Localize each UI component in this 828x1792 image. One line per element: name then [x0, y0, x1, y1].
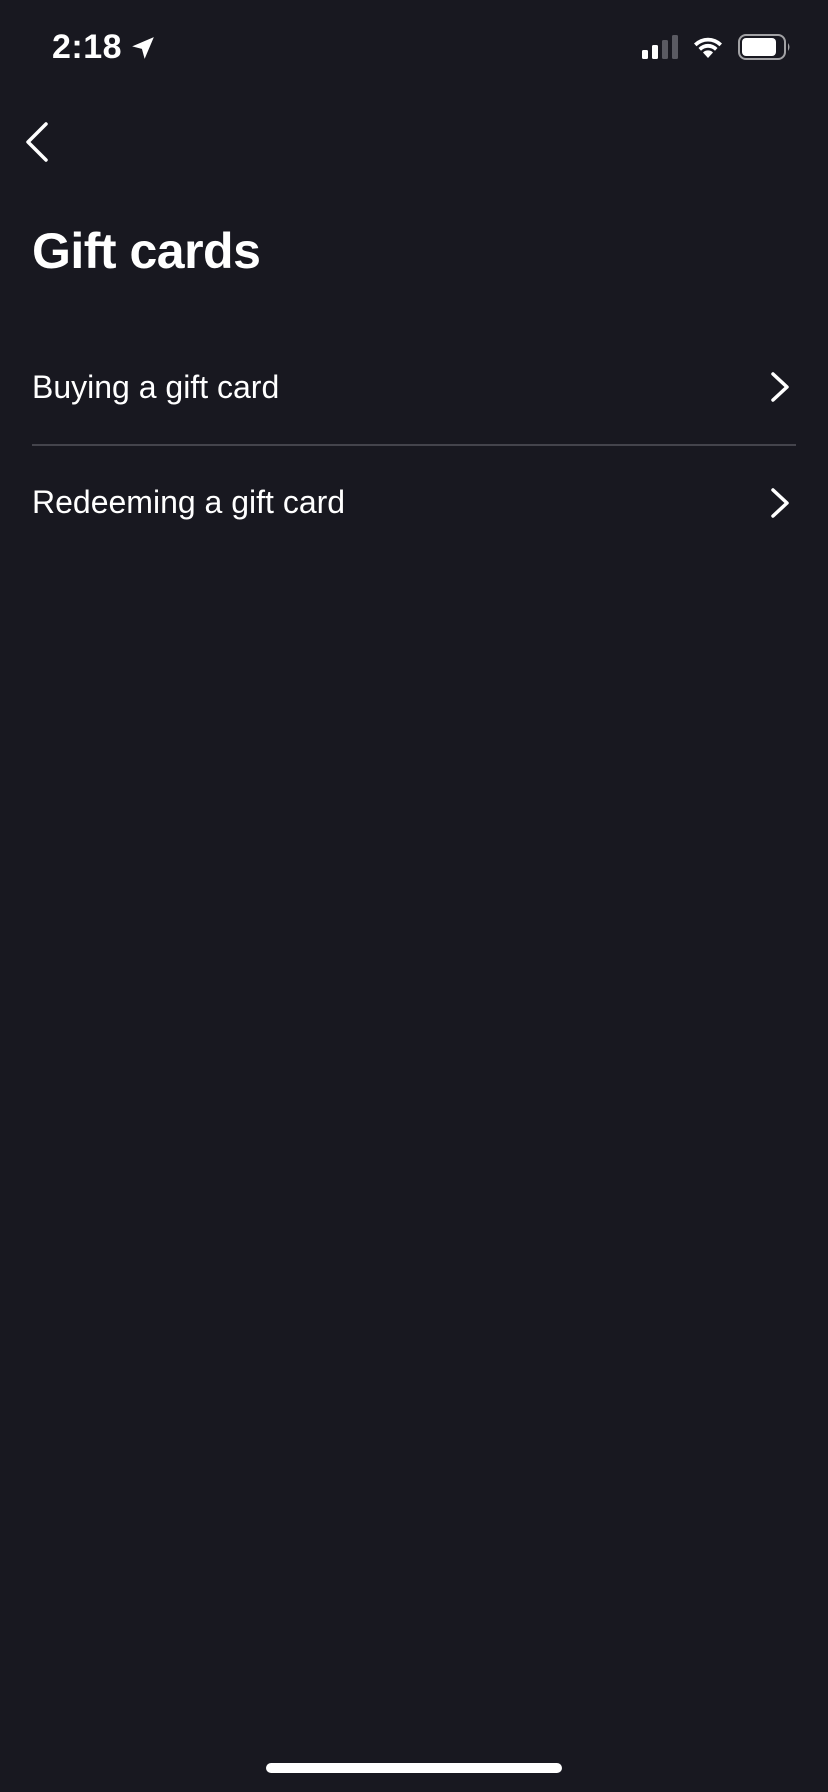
battery-icon: [738, 34, 790, 60]
menu-list: Buying a gift card Redeeming a gift card: [32, 330, 796, 560]
menu-item-label: Redeeming a gift card: [32, 484, 346, 520]
cellular-signal-icon: [642, 35, 678, 59]
menu-item-redeeming-gift-card[interactable]: Redeeming a gift card: [32, 446, 796, 560]
page-title: Gift cards: [32, 223, 261, 279]
chevron-left-icon: [26, 122, 48, 162]
status-bar: 2:18: [0, 0, 828, 100]
status-icons: [642, 34, 792, 60]
location-arrow-icon: [132, 36, 154, 59]
chevron-right-icon: [771, 487, 789, 518]
menu-item-buying-gift-card[interactable]: Buying a gift card: [32, 330, 796, 444]
wifi-icon: [694, 37, 722, 58]
menu-item-label: Buying a gift card: [32, 368, 280, 405]
status-time-text: 2:18: [52, 28, 123, 66]
chevron-right-icon: [771, 372, 789, 402]
back-button[interactable]: [24, 112, 84, 172]
status-time: 2:18: [52, 28, 156, 67]
home-indicator[interactable]: [266, 1763, 562, 1773]
